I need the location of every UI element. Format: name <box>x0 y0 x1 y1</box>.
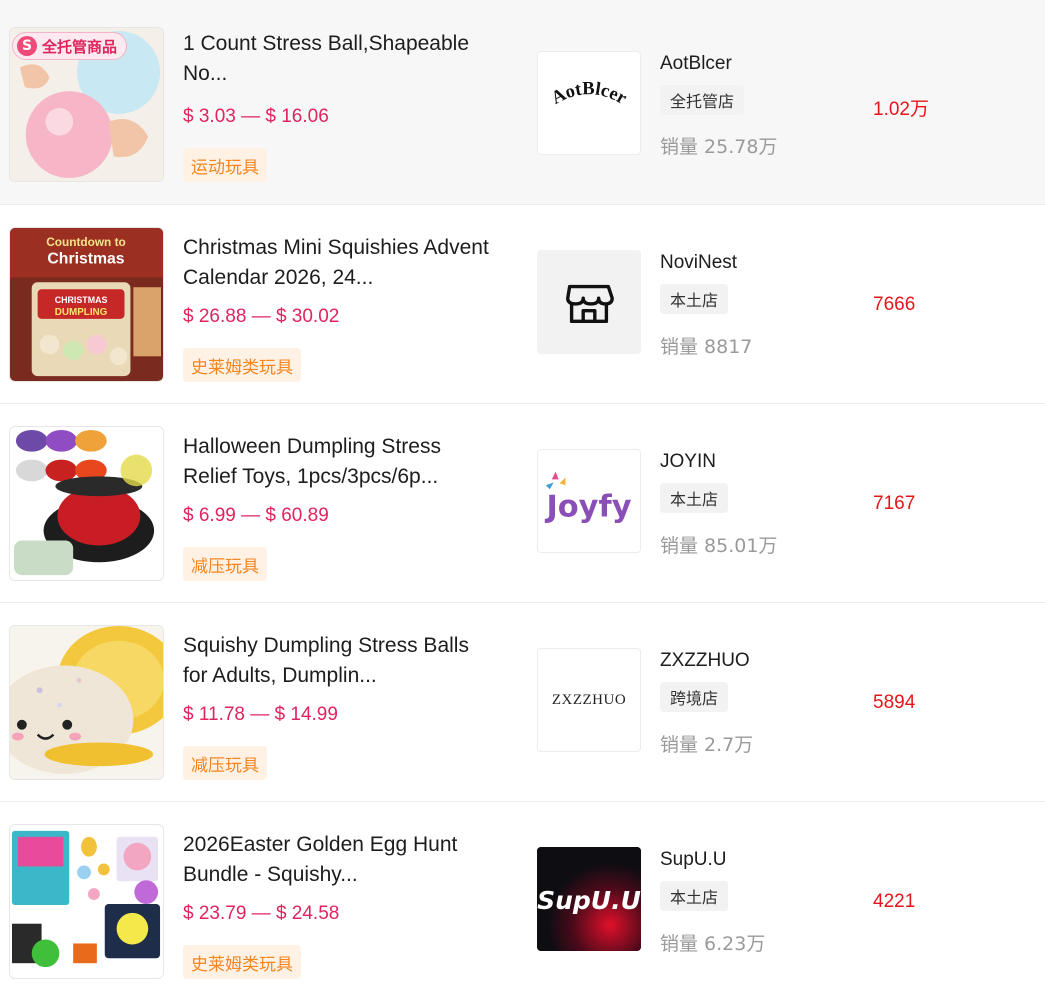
easter-egg-bundle-image <box>10 825 163 978</box>
metric-value: 4221 <box>873 891 916 912</box>
squishy-dumpling-image <box>10 626 163 779</box>
product-image[interactable]: S 全托管商品 <box>9 27 164 182</box>
shop-type-badge: 本土店 <box>660 284 729 314</box>
shop-logo[interactable]: ZXZZHUO <box>537 648 641 752</box>
category-tag[interactable]: 减压玩具 <box>183 547 267 581</box>
shop-name[interactable]: SupU.U <box>660 849 727 871</box>
thumb-line-2: Christmas <box>47 251 124 268</box>
shop-type-badge: 本土店 <box>660 483 729 513</box>
category-tag[interactable]: 运动玩具 <box>183 148 267 182</box>
product-title[interactable]: Squishy Dumpling Stress Balls for Adults… <box>183 631 493 691</box>
logo-text: AotBlcer <box>548 78 630 109</box>
shop-logo[interactable] <box>537 250 641 354</box>
s-badge-icon: S <box>17 36 37 56</box>
logo-text: ZXZZHUO <box>551 691 627 708</box>
logo-text: Joyfy <box>544 490 631 525</box>
metric-value: 7167 <box>873 493 916 514</box>
sales-count: 销量 8817 <box>660 336 753 358</box>
product-row[interactable]: 2026Easter Golden Egg Hunt Bundle - Squi… <box>0 802 1045 1001</box>
supuu-logo: SupU.U <box>537 847 641 951</box>
product-row[interactable]: S 全托管商品 1 Count Stress Ball,Shapeable No… <box>0 0 1045 205</box>
product-row[interactable]: Halloween Dumpling Stress Relief Toys, 1… <box>0 404 1045 603</box>
product-price: $ 11.78 — $ 14.99 <box>183 704 338 725</box>
shop-logo[interactable]: SupU.U <box>537 847 641 951</box>
product-title[interactable]: 2026Easter Golden Egg Hunt Bundle - Squi… <box>183 830 493 890</box>
product-title[interactable]: 1 Count Stress Ball,Shapeable No... <box>183 29 493 89</box>
product-image[interactable] <box>9 824 164 979</box>
thumb-line-1: Countdown to <box>46 235 125 249</box>
thumb-line-3: CHRISTMAS <box>55 295 108 305</box>
sales-count: 销量 85.01万 <box>660 535 778 557</box>
shop-type-badge: 跨境店 <box>660 682 729 712</box>
badge-label: 全托管商品 <box>42 37 118 56</box>
shop-type-badge: 本土店 <box>660 881 729 911</box>
product-price: $ 26.88 — $ 30.02 <box>183 306 340 327</box>
product-price: $ 23.79 — $ 24.58 <box>183 903 340 924</box>
sales-count: 销量 2.7万 <box>660 734 754 756</box>
shop-type-badge: 全托管店 <box>660 85 745 115</box>
product-title[interactable]: Halloween Dumpling Stress Relief Toys, 1… <box>183 432 493 492</box>
category-tag[interactable]: 史莱姆类玩具 <box>183 348 301 382</box>
shop-name[interactable]: AotBlcer <box>660 53 732 75</box>
product-price: $ 6.99 — $ 60.89 <box>183 505 329 526</box>
category-tag[interactable]: 史莱姆类玩具 <box>183 945 301 979</box>
shop-name[interactable]: JOYIN <box>660 451 716 473</box>
product-image[interactable] <box>9 625 164 780</box>
product-row[interactable]: Squishy Dumpling Stress Balls for Adults… <box>0 603 1045 802</box>
joyfy-logo: Joyfy <box>544 471 632 525</box>
metric-value: 5894 <box>873 692 916 713</box>
product-row[interactable]: Countdown to Christmas CHRISTMAS DUMPLIN… <box>0 205 1045 404</box>
product-image[interactable] <box>9 426 164 581</box>
category-tag[interactable]: 减压玩具 <box>183 746 267 780</box>
metric-value: 1.02万 <box>873 99 929 120</box>
product-list: S 全托管商品 1 Count Stress Ball,Shapeable No… <box>0 0 1045 1001</box>
full-custody-badge: S 全托管商品 <box>12 32 128 60</box>
shop-logo[interactable]: AotBlcer <box>537 51 641 155</box>
product-image[interactable]: Countdown to Christmas CHRISTMAS DUMPLIN… <box>9 227 164 382</box>
logo-text: SupU.U <box>537 886 641 915</box>
shop-logo[interactable]: Joyfy <box>537 449 641 553</box>
advent-calendar-image: Countdown to Christmas CHRISTMAS DUMPLIN… <box>10 228 163 381</box>
product-price: $ 3.03 — $ 16.06 <box>183 106 329 127</box>
store-icon <box>566 284 614 324</box>
metric-value: 7666 <box>873 294 916 315</box>
product-title[interactable]: Christmas Mini Squishies Advent Calendar… <box>183 233 493 293</box>
shop-name[interactable]: ZXZZHUO <box>660 650 750 672</box>
halloween-dumpling-image <box>10 427 163 580</box>
svg-text:AotBlcer: AotBlcer <box>548 78 630 109</box>
thumb-line-4: DUMPLING <box>55 307 108 318</box>
aotblcer-logo: AotBlcer <box>548 78 630 109</box>
sales-count: 销量 6.23万 <box>660 933 766 955</box>
shop-name[interactable]: NoviNest <box>660 252 737 274</box>
sales-count: 销量 25.78万 <box>660 136 778 158</box>
